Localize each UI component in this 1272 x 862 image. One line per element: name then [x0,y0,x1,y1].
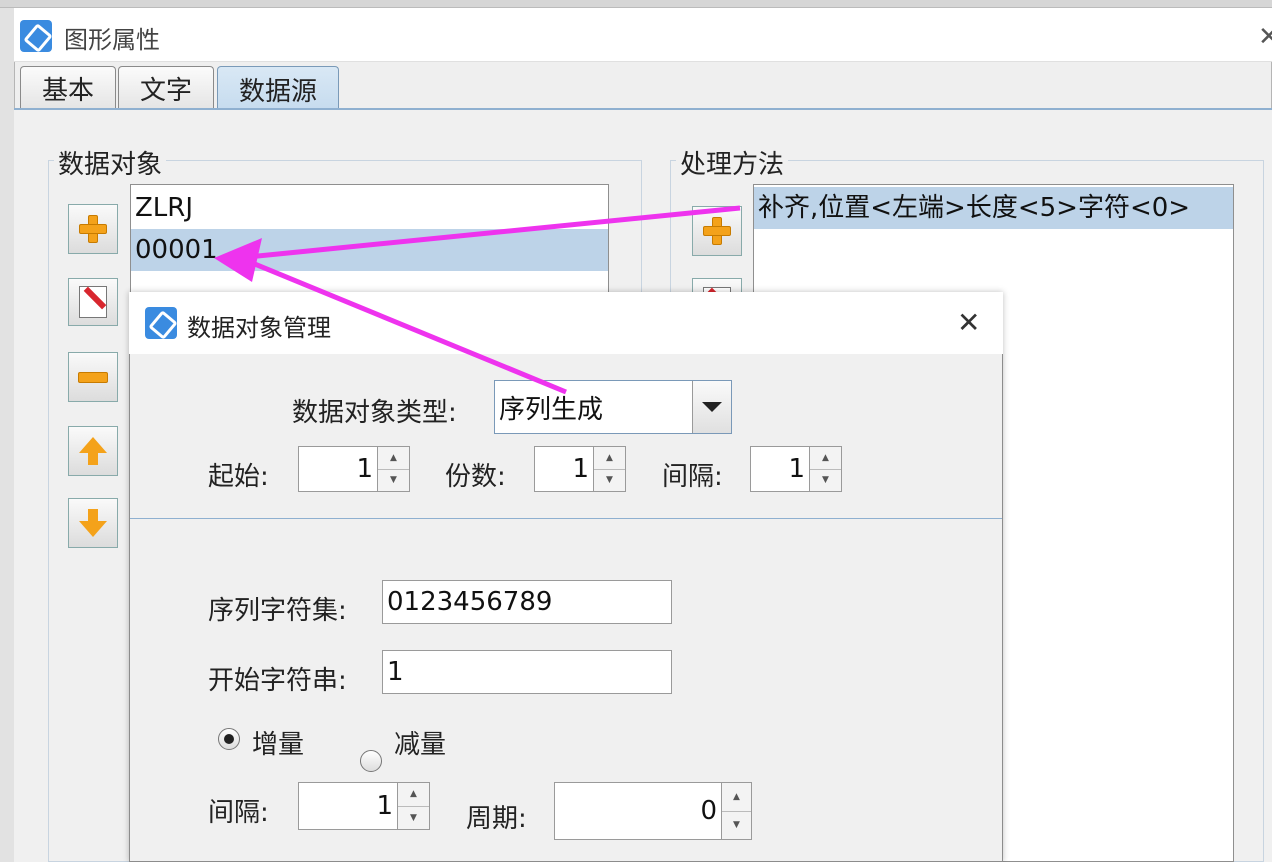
increment-label[interactable]: 增量 [252,724,304,761]
move-down-button[interactable] [68,498,118,548]
charset-label: 序列字符集: [208,596,347,626]
start-string-label: 开始字符串: [208,666,347,696]
dialog-close-icon[interactable]: ✕ [957,306,980,339]
copies-label: 份数: [445,462,506,492]
dialog-titlebar: 数据对象管理 ✕ [129,292,1003,354]
decrement-label[interactable]: 减量 [394,724,446,761]
spin-up-icon[interactable]: ▲ [722,783,751,811]
step-spin-buttons[interactable]: ▲ ▼ [398,782,430,830]
spin-down-icon[interactable]: ▼ [722,810,751,840]
add-data-object-button[interactable] [68,204,118,254]
start-spinner[interactable]: 1 ▲ ▼ [298,446,410,492]
copies-value[interactable]: 1 [534,446,594,492]
period-spin-buttons[interactable]: ▲ ▼ [722,782,752,840]
dialog-divider [130,518,1002,519]
step-spinner[interactable]: 1 ▲ ▼ [298,782,430,830]
spin-down-icon[interactable]: ▼ [594,468,625,492]
app-logo-icon [20,20,52,52]
interval-spinner[interactable]: 1 ▲ ▼ [750,446,842,492]
window-close-icon[interactable]: ✕ [1258,22,1272,52]
start-spin-buttons[interactable]: ▲ ▼ [378,446,410,492]
list-item[interactable]: ZLRJ [131,187,608,229]
spin-down-icon[interactable]: ▼ [378,468,409,492]
background-window-edge [0,8,14,862]
window-titlebar: 图形属性 ✕ [14,8,1272,62]
spin-up-icon[interactable]: ▲ [594,447,625,469]
list-item-selected[interactable]: 00001 [131,229,608,271]
chevron-down-icon[interactable] [692,381,731,433]
period-spinner[interactable]: 0 ▲ ▼ [554,782,752,840]
period-value[interactable]: 0 [554,782,722,840]
minus-icon [78,371,108,383]
spin-up-icon[interactable]: ▲ [378,447,409,469]
arrow-up-stem [88,453,98,465]
start-value[interactable]: 1 [298,446,378,492]
edit-icon [79,286,107,318]
plus-icon [703,217,731,245]
spin-down-icon[interactable]: ▼ [810,468,841,492]
interval-value[interactable]: 1 [750,446,810,492]
data-objects-legend: 数据对象 [54,144,167,181]
dialog-title: 数据对象管理 [187,314,331,342]
charset-input[interactable]: 0123456789 [382,580,672,624]
arrow-down-icon [79,521,107,537]
window-title: 图形属性 [64,26,160,54]
step-value[interactable]: 1 [298,782,398,830]
spin-up-icon[interactable]: ▲ [398,783,429,806]
copies-spin-buttons[interactable]: ▲ ▼ [594,446,626,492]
start-string-input[interactable]: 1 [382,650,672,694]
edit-data-object-button[interactable] [68,278,118,326]
decrement-radio[interactable] [360,750,382,772]
type-value: 序列生成 [499,394,604,425]
start-label: 起始: [208,462,269,492]
move-up-button[interactable] [68,426,118,476]
arrow-up-icon [79,437,107,453]
remove-data-object-button[interactable] [68,352,118,402]
tab-basic[interactable]: 基本 [20,66,116,110]
app-logo-icon [145,307,177,339]
arrow-down-stem [88,509,98,521]
interval-spin-buttons[interactable]: ▲ ▼ [810,446,842,492]
spin-up-icon[interactable]: ▲ [810,447,841,469]
spin-down-icon[interactable]: ▼ [398,805,429,830]
increment-radio[interactable] [218,728,240,750]
type-combobox[interactable]: 序列生成 [494,380,732,434]
interval-label: 间隔: [662,462,723,492]
data-object-manager-dialog [129,292,1003,862]
background-window-strip [0,0,1272,8]
copies-spinner[interactable]: 1 ▲ ▼ [534,446,626,492]
step-label: 间隔: [208,798,269,828]
plus-icon [79,215,107,243]
period-label: 周期: [466,804,527,834]
tab-text[interactable]: 文字 [118,66,214,110]
add-processing-button[interactable] [692,206,742,256]
tab-data-source[interactable]: 数据源 [217,66,339,112]
list-item-selected[interactable]: 补齐,位置<左端>长度<5>字符<0> [754,187,1233,229]
processing-legend: 处理方法 [676,144,789,181]
data-objects-list[interactable]: ZLRJ 00001 [130,184,609,294]
type-label: 数据对象类型: [292,398,457,428]
